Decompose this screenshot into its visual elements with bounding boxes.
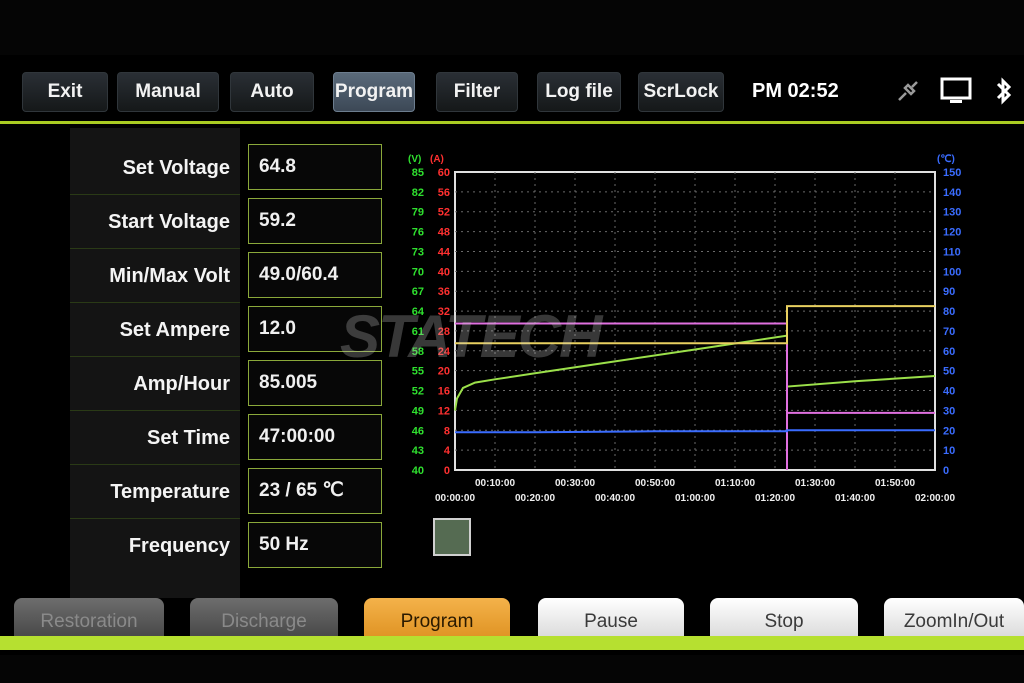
temp-tick-label: 80 bbox=[943, 306, 955, 318]
volt-tick-label: 46 bbox=[412, 425, 424, 437]
x-tick-label-bottom: 00:20:00 bbox=[515, 493, 555, 504]
amp-tick-label: 36 bbox=[438, 286, 450, 298]
temp-tick-label: 90 bbox=[943, 286, 955, 298]
amp-tick-label: 8 bbox=[444, 425, 450, 437]
row-divider bbox=[70, 410, 240, 411]
amp-tick-label: 44 bbox=[438, 246, 451, 258]
top-toolbar: Exit Manual Auto Program Filter Log file… bbox=[0, 62, 1024, 122]
row-divider bbox=[70, 356, 240, 357]
volt-axis-unit: (V) bbox=[408, 154, 421, 165]
volt-tick-label: 79 bbox=[412, 207, 424, 219]
temp-tick-label: 10 bbox=[943, 445, 955, 457]
temp-tick-label: 140 bbox=[943, 187, 961, 199]
amp-tick-label: 56 bbox=[438, 187, 450, 199]
frequency-label: Frequency bbox=[128, 535, 230, 557]
scrlock-button[interactable]: ScrLock bbox=[638, 72, 724, 112]
volt-tick-label: 40 bbox=[412, 465, 424, 477]
log-file-button[interactable]: Log file bbox=[537, 72, 621, 112]
amp-tick-label: 0 bbox=[444, 465, 450, 477]
x-tick-label-top: 00:10:00 bbox=[475, 478, 515, 489]
x-tick-label-top: 00:50:00 bbox=[635, 478, 675, 489]
volt-tick-label: 52 bbox=[412, 386, 424, 398]
amp-tick-label: 52 bbox=[438, 207, 450, 219]
temp-tick-label: 70 bbox=[943, 326, 955, 338]
volt-tick-label: 73 bbox=[412, 246, 424, 258]
amp-tick-label: 4 bbox=[444, 445, 451, 457]
x-tick-label-bottom: 01:40:00 bbox=[835, 493, 875, 504]
temp-tick-label: 130 bbox=[943, 207, 961, 219]
row-divider bbox=[70, 194, 240, 195]
temp-axis-unit: (℃) bbox=[937, 154, 955, 165]
monitor-icon[interactable] bbox=[940, 76, 972, 111]
color-swatch-button[interactable] bbox=[433, 518, 471, 556]
auto-button[interactable]: Auto bbox=[230, 72, 314, 112]
temp-tick-label: 100 bbox=[943, 266, 961, 278]
program-tab-button[interactable]: Program bbox=[333, 72, 415, 112]
set-time-value[interactable]: 47:00:00 bbox=[248, 414, 382, 460]
volt-tick-label: 76 bbox=[412, 227, 424, 239]
temp-tick-label: 0 bbox=[943, 465, 949, 477]
x-tick-label-top: 01:30:00 bbox=[795, 478, 835, 489]
temp-tick-label: 60 bbox=[943, 346, 955, 358]
toolbar-divider bbox=[0, 121, 1024, 124]
temp-tick-label: 30 bbox=[943, 405, 955, 417]
set-voltage-label: Set Voltage bbox=[122, 157, 230, 179]
x-tick-label-bottom: 00:00:00 bbox=[435, 493, 475, 504]
bottom-accent-bar bbox=[0, 636, 1024, 650]
row-divider bbox=[70, 302, 240, 303]
x-tick-label-bottom: 02:00:00 bbox=[915, 493, 955, 504]
x-tick-label-bottom: 00:40:00 bbox=[595, 493, 635, 504]
temp-tick-label: 20 bbox=[943, 425, 955, 437]
temp-tick-label: 40 bbox=[943, 386, 955, 398]
bluetooth-icon[interactable] bbox=[994, 76, 1014, 111]
volt-tick-label: 67 bbox=[412, 286, 424, 298]
clock: PM 02:52 bbox=[752, 80, 839, 102]
row-divider bbox=[70, 248, 240, 249]
statech-watermark: STATECH bbox=[340, 303, 602, 370]
temp-tick-label: 50 bbox=[943, 366, 955, 378]
filter-button[interactable]: Filter bbox=[436, 72, 518, 112]
exit-button[interactable]: Exit bbox=[22, 72, 108, 112]
amp-tick-label: 40 bbox=[438, 266, 450, 278]
x-tick-label-top: 01:50:00 bbox=[875, 478, 915, 489]
min-max-volt-value[interactable]: 49.0/60.4 bbox=[248, 252, 382, 298]
set-time-label: Set Time bbox=[147, 427, 230, 449]
temp-tick-label: 150 bbox=[943, 167, 961, 179]
volt-tick-label: 49 bbox=[412, 405, 424, 417]
row-divider bbox=[70, 464, 240, 465]
min-max-volt-label: Min/Max Volt bbox=[109, 265, 230, 287]
row-divider bbox=[70, 518, 240, 519]
x-tick-label-bottom: 01:00:00 bbox=[675, 493, 715, 504]
amp-hour-label: Amp/Hour bbox=[133, 373, 230, 395]
temp-tick-label: 120 bbox=[943, 227, 961, 239]
amp-axis-unit: (A) bbox=[430, 154, 444, 165]
start-voltage-value[interactable]: 59.2 bbox=[248, 198, 382, 244]
x-tick-label-top: 00:30:00 bbox=[555, 478, 595, 489]
temperature-label: Temperature bbox=[110, 481, 230, 503]
volt-tick-label: 85 bbox=[412, 167, 424, 179]
volt-tick-label: 43 bbox=[412, 445, 424, 457]
amp-tick-label: 48 bbox=[438, 227, 450, 239]
start-voltage-label: Start Voltage bbox=[108, 211, 230, 233]
set-voltage-value[interactable]: 64.8 bbox=[248, 144, 382, 190]
temperature-value[interactable]: 23 / 65 ℃ bbox=[248, 468, 382, 514]
amp-tick-label: 12 bbox=[438, 405, 450, 417]
x-tick-label-bottom: 01:20:00 bbox=[755, 493, 795, 504]
volt-tick-label: 70 bbox=[412, 266, 424, 278]
set-ampere-label: Set Ampere bbox=[119, 319, 230, 341]
temp-tick-label: 110 bbox=[943, 246, 961, 258]
manual-button[interactable]: Manual bbox=[117, 72, 219, 112]
amp-tick-label: 60 bbox=[438, 167, 450, 179]
x-tick-label-top: 01:10:00 bbox=[715, 478, 755, 489]
volt-tick-label: 82 bbox=[412, 187, 424, 199]
amp-tick-label: 16 bbox=[438, 386, 450, 398]
usb-plug-icon bbox=[895, 78, 921, 109]
frequency-value[interactable]: 50 Hz bbox=[248, 522, 382, 568]
